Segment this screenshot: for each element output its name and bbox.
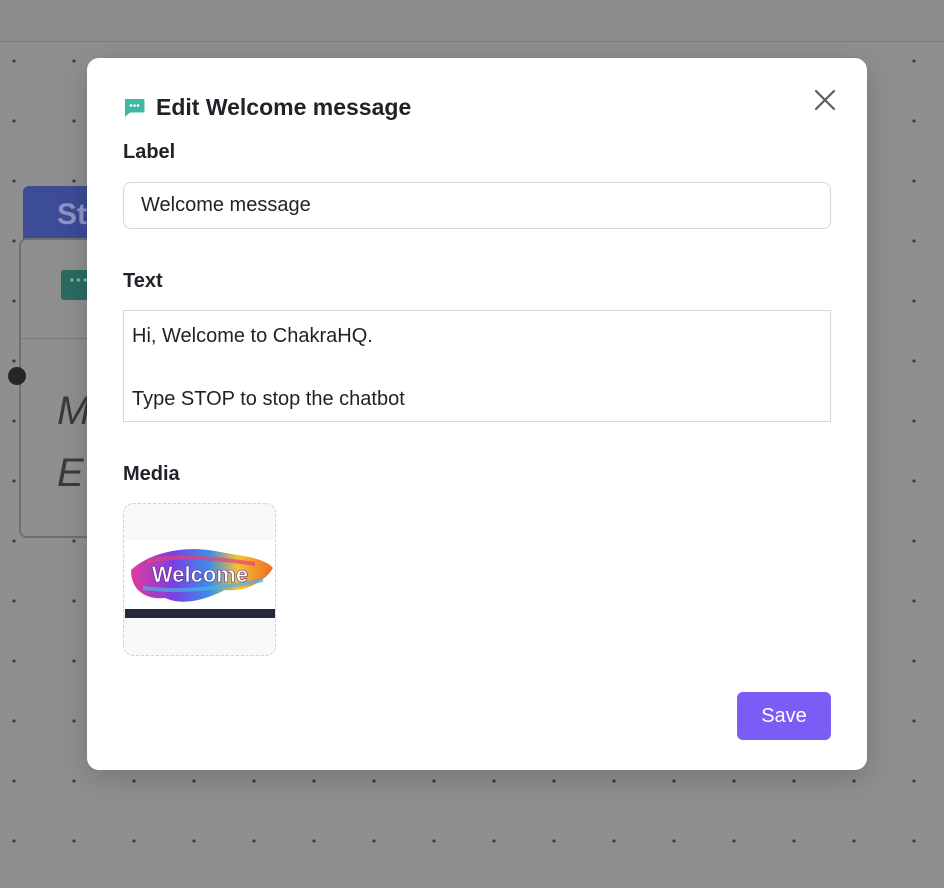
chat-bubble-icon [123, 97, 145, 117]
modal-title: Edit Welcome message [123, 92, 411, 122]
label-input[interactable] [123, 182, 831, 229]
node-connection-handle [8, 367, 26, 385]
text-line-2 [132, 353, 822, 385]
welcome-image-footer [125, 609, 275, 618]
text-line-1: Hi, Welcome to ChakraHQ. [132, 325, 373, 347]
media-upload[interactable]: Welcome [123, 503, 276, 656]
modal-title-text: Edit Welcome message [156, 93, 412, 120]
node-text-line1: M [57, 389, 91, 433]
close-icon[interactable] [811, 86, 839, 114]
message-text-area[interactable]: Hi, Welcome to ChakraHQ. Type STOP to st… [123, 310, 831, 422]
welcome-image: Welcome [125, 540, 275, 618]
top-bar [0, 0, 944, 42]
save-button[interactable]: Save [737, 692, 831, 740]
node-text: M E [57, 380, 90, 504]
close-button[interactable] [811, 86, 839, 114]
label-field-label: Label [123, 141, 176, 163]
text-field-label: Text [123, 270, 163, 292]
text-line-3: Type STOP to stop the chatbot [132, 388, 405, 410]
edit-message-modal: Edit Welcome message Label Text Hi, Welc… [87, 58, 867, 770]
media-field-label: Media [123, 463, 180, 485]
node-text-line2: E [57, 451, 84, 495]
welcome-image-text: Welcome [152, 562, 248, 587]
